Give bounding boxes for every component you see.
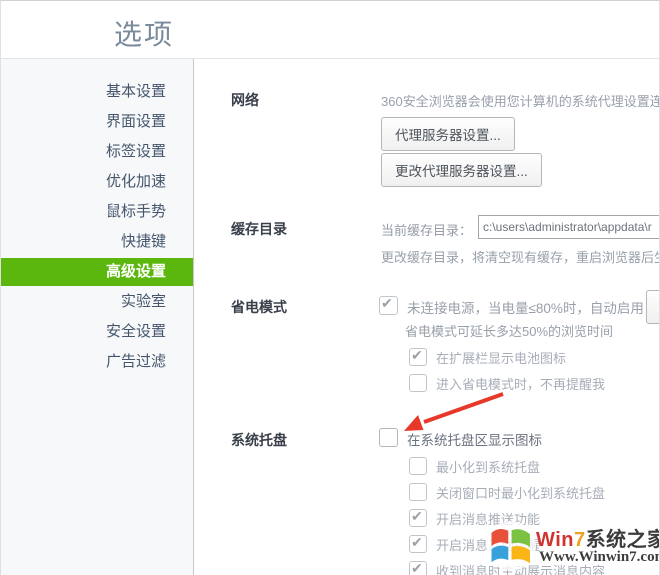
brand-win: Win [536, 529, 574, 551]
checkbox[interactable]: ✔ [409, 561, 427, 575]
power-subtext: 省电模式可延长多达50%的浏览时间 [405, 321, 613, 340]
sidebar-item-4[interactable]: 鼠标手势 [1, 198, 193, 226]
watermark-brand: Win7系统之家 [536, 523, 660, 552]
checkmark-icon: ✔ [411, 347, 423, 364]
watermark-url: Www.Winwin7.com [539, 549, 660, 566]
option-label: 进入省电模式时，不再提醒我 [436, 374, 605, 393]
watermark: Win7系统之家 Www.Winwin7.com [479, 519, 660, 575]
checkbox[interactable]: ✔ [409, 535, 427, 553]
cache-section-label: 缓存目录 [231, 219, 287, 239]
checkmark-icon: ✔ [381, 295, 393, 312]
checkmark-icon: ✔ [411, 560, 423, 575]
power-options: ✔ 在扩展栏显示电池图标 ✔ 进入省电模式时，不再提醒我 [409, 347, 605, 399]
proxy-settings-button[interactable]: 代理服务器设置... [381, 117, 515, 151]
checkbox[interactable]: ✔ [409, 374, 427, 392]
sidebar-item-6[interactable]: 高级设置 [1, 258, 193, 286]
sidebar-item-8[interactable]: 安全设置 [1, 318, 193, 346]
option-label: 在扩展栏显示电池图标 [436, 348, 566, 367]
network-section-label: 网络 [231, 90, 259, 110]
checkbox[interactable]: ✔ [409, 483, 427, 501]
option-row: ✔ 进入省电模式时，不再提醒我 [409, 373, 605, 393]
windows-flag-icon [485, 520, 537, 572]
tray-main-label: 在系统托盘区显示图标 [407, 428, 542, 449]
power-main-checkbox[interactable]: ✔ [379, 296, 398, 315]
option-row: ✔ 在扩展栏显示电池图标 [409, 347, 605, 367]
checkmark-icon: ✔ [411, 534, 423, 551]
change-proxy-settings-button[interactable]: 更改代理服务器设置... [381, 153, 542, 187]
option-row: ✔ 最小化到系统托盘 [409, 456, 605, 476]
options-window: 选项 基本设置界面设置标签设置优化加速鼠标手势快捷键高级设置实验室安全设置广告过… [0, 0, 660, 575]
tray-section-label: 系统托盘 [231, 430, 287, 450]
checkbox[interactable]: ✔ [409, 348, 427, 366]
option-row: ✔ 关闭窗口时最小化到系统托盘 [409, 482, 605, 502]
brand-cn: 系统之家 [586, 529, 660, 551]
sidebar-item-1[interactable]: 界面设置 [1, 108, 193, 136]
brand-7: 7 [574, 529, 586, 551]
sidebar-item-9[interactable]: 广告过滤 [1, 348, 193, 376]
sidebar-item-3[interactable]: 优化加速 [1, 168, 193, 196]
checkmark-icon: ✔ [411, 508, 423, 525]
sidebar: 基本设置界面设置标签设置优化加速鼠标手势快捷键高级设置实验室安全设置广告过滤 [1, 59, 194, 575]
cache-path-input[interactable] [478, 215, 660, 239]
sidebar-item-2[interactable]: 标签设置 [1, 138, 193, 166]
option-label: 最小化到系统托盘 [436, 457, 540, 476]
network-description: 360安全浏览器会使用您计算机的系统代理设置连 [381, 91, 660, 110]
tray-main-checkbox[interactable]: ✔ [379, 428, 398, 447]
power-main-label: 未连接电源，当电量≤80%时，自动启用 [407, 296, 644, 317]
checkbox[interactable]: ✔ [409, 457, 427, 475]
checkbox[interactable]: ✔ [409, 509, 427, 527]
header: 选项 [1, 1, 659, 59]
sidebar-list: 基本设置界面设置标签设置优化加速鼠标手势快捷键高级设置实验室安全设置广告过滤 [1, 59, 193, 376]
power-main-row: ✔ 未连接电源，当电量≤80%时，自动启用 [379, 296, 644, 317]
sidebar-item-5[interactable]: 快捷键 [1, 228, 193, 256]
sidebar-item-7[interactable]: 实验室 [1, 288, 193, 316]
power-section-label: 省电模式 [231, 297, 287, 317]
tray-main-row: ✔ 在系统托盘区显示图标 [379, 428, 542, 449]
sidebar-item-0[interactable]: 基本设置 [1, 78, 193, 106]
option-label: 关闭窗口时最小化到系统托盘 [436, 483, 605, 502]
current-cache-dir-label: 当前缓存目录： [381, 220, 472, 239]
page-title: 选项 [114, 13, 174, 53]
cache-note: 更改缓存目录，将清空现有缓存，重启浏览器后生效。 [381, 247, 660, 266]
smart-powersave-button[interactable]: 智 [646, 290, 660, 324]
